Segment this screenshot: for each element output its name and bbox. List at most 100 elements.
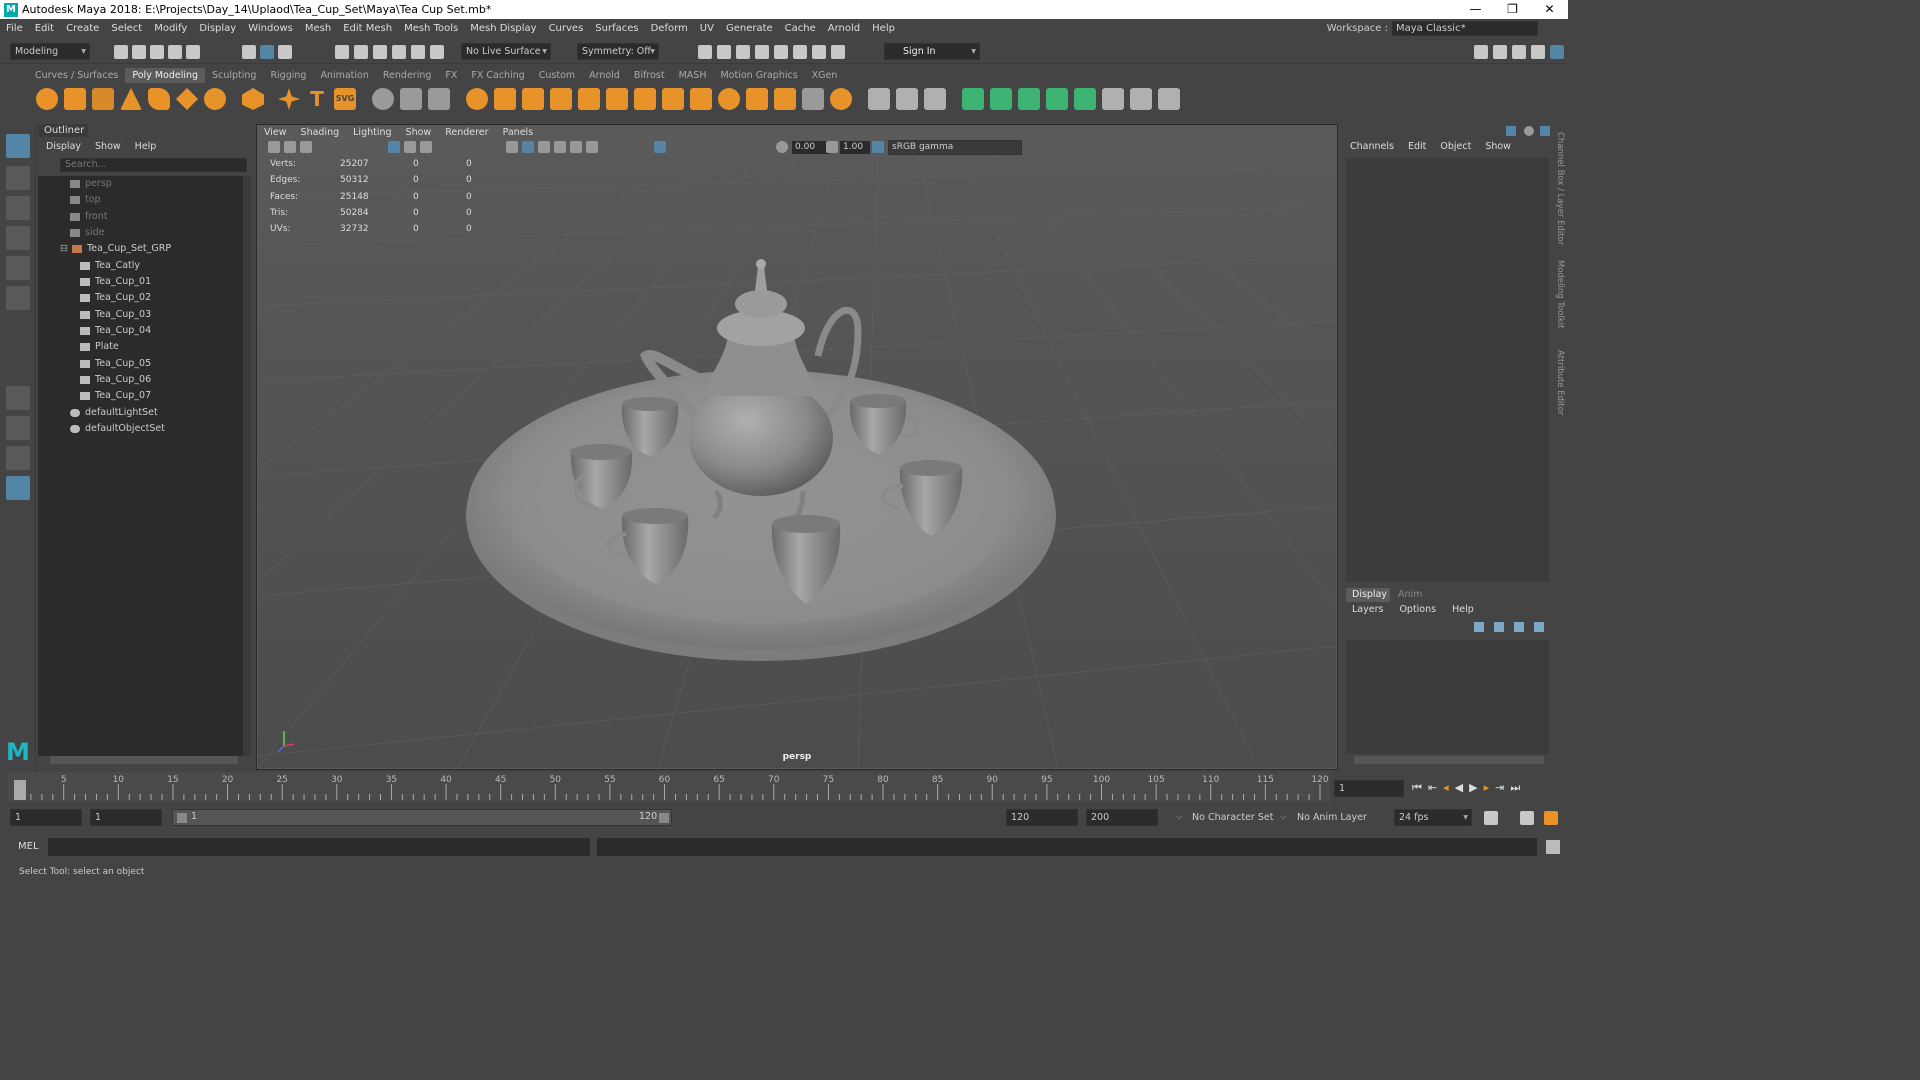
shelf-tab-rigging[interactable]: Rigging — [263, 68, 313, 83]
outliner-menu-show[interactable]: Show — [95, 141, 121, 152]
select-object-icon[interactable] — [260, 45, 274, 59]
lasso-tool-icon[interactable] — [6, 166, 30, 190]
animation-start-field[interactable]: 1 — [10, 809, 82, 826]
anim-layer-icon[interactable]: ⌵ — [1280, 812, 1287, 822]
merge-icon[interactable] — [774, 88, 796, 110]
svg-tool-icon[interactable]: SVG — [334, 88, 356, 110]
uv-editor-icon[interactable] — [1102, 88, 1124, 110]
menu-edit-mesh[interactable]: Edit Mesh — [337, 23, 398, 34]
poly-sphere-icon[interactable] — [36, 88, 58, 110]
viewport-menu-lighting[interactable]: Lighting — [353, 126, 391, 140]
channelbox-menu-show[interactable]: Show — [1485, 141, 1511, 152]
shelf-tab-xgen[interactable]: XGen — [805, 68, 845, 83]
fill-hole-icon[interactable] — [662, 88, 684, 110]
outliner-search-input[interactable]: Search... — [60, 158, 247, 172]
outliner-menu-display[interactable]: Display — [46, 141, 81, 152]
grid-icon[interactable] — [388, 141, 400, 153]
character-set-icon[interactable]: ⌵ — [1176, 812, 1183, 822]
viewport-menu-panels[interactable]: Panels — [503, 126, 534, 140]
redo-icon[interactable] — [186, 45, 200, 59]
color-space-dropdown[interactable]: sRGB gamma — [888, 140, 1022, 155]
open-scene-icon[interactable] — [132, 45, 146, 59]
playback-end-field[interactable]: 120 — [1006, 809, 1078, 826]
connect-icon[interactable] — [830, 88, 852, 110]
move-tool-icon[interactable] — [6, 226, 30, 250]
outliner-item-top[interactable]: top — [38, 192, 243, 208]
command-input[interactable] — [48, 838, 590, 856]
viewport-menu-show[interactable]: Show — [406, 126, 432, 140]
step-forward-key-icon[interactable]: ⇥ — [1495, 781, 1504, 795]
four-view-layout-icon[interactable] — [6, 416, 30, 440]
platonic-solid-icon[interactable] — [242, 88, 264, 110]
shelf-tab-rendering[interactable]: Rendering — [376, 68, 439, 83]
exposure-field[interactable]: 0.00 — [792, 141, 830, 154]
minimize-button[interactable]: — — [1457, 0, 1494, 19]
crease-icon[interactable] — [924, 88, 946, 110]
shelf-tab-mash[interactable]: MASH — [672, 68, 714, 83]
menu-generate[interactable]: Generate — [720, 23, 779, 34]
auto-key-icon[interactable] — [1520, 811, 1534, 825]
combine-icon[interactable] — [372, 88, 394, 110]
character-controls-icon[interactable] — [1493, 45, 1507, 59]
outliner-item-default-light-set[interactable]: defaultLightSet — [38, 405, 243, 421]
layer-menu-layers[interactable]: Layers — [1352, 604, 1383, 615]
current-frame-field[interactable]: 1 — [1334, 780, 1404, 797]
save-scene-icon[interactable] — [150, 45, 164, 59]
history-icon[interactable] — [430, 45, 444, 59]
shelf-tab-curves-surfaces[interactable]: Curves / Surfaces — [28, 68, 125, 83]
boolean-union-icon[interactable] — [466, 88, 488, 110]
single-perspective-layout-icon[interactable] — [6, 386, 30, 410]
animation-end-field[interactable]: 200 — [1086, 809, 1158, 826]
bridge-icon[interactable] — [606, 88, 628, 110]
side-tab-modeling-toolkit[interactable]: Modeling Toolkit — [1555, 260, 1565, 329]
exposure-icon[interactable] — [776, 141, 788, 153]
viewport-menu-shading[interactable]: Shading — [301, 126, 340, 140]
go-to-end-icon[interactable]: ⏭ — [1510, 781, 1520, 795]
layer-menu-help[interactable]: Help — [1452, 604, 1474, 615]
tool-settings-icon[interactable] — [1531, 45, 1545, 59]
shelf-tab-fx-caching[interactable]: FX Caching — [464, 68, 531, 83]
channelbox-help-icon[interactable] — [1524, 126, 1534, 136]
poly-disc-icon[interactable] — [204, 88, 226, 110]
live-surface-field[interactable]: No Live Surface — [461, 43, 551, 60]
channelbox-menu-edit[interactable]: Edit — [1408, 141, 1426, 152]
new-layer-icon[interactable] — [1514, 622, 1524, 632]
outliner-layout-icon[interactable] — [6, 446, 30, 470]
render-settings-icon[interactable] — [755, 45, 769, 59]
menu-mesh-tools[interactable]: Mesh Tools — [398, 23, 464, 34]
menu-help[interactable]: Help — [866, 23, 901, 34]
menu-select[interactable]: Select — [105, 23, 148, 34]
outliner-vertical-scrollbar[interactable] — [243, 176, 251, 756]
outliner-item-side[interactable]: side — [38, 225, 243, 241]
spherical-uv-icon[interactable] — [1046, 88, 1068, 110]
move-layer-down-icon[interactable] — [1494, 622, 1504, 632]
color-management-icon[interactable] — [872, 141, 884, 153]
channelbox-menu-object[interactable]: Object — [1440, 141, 1471, 152]
outliner-horizontal-scrollbar[interactable] — [50, 756, 238, 764]
outliner-item-tea-cup-02[interactable]: Tea_Cup_02 — [38, 290, 243, 306]
shelf-tab-animation[interactable]: Animation — [313, 68, 375, 83]
film-gate-icon[interactable] — [404, 141, 416, 153]
outliner-item-tea-catly[interactable]: Tea_Catly — [38, 258, 243, 274]
separate-icon[interactable] — [400, 88, 422, 110]
menu-deform[interactable]: Deform — [645, 23, 694, 34]
type-tool-icon[interactable]: T — [306, 88, 328, 110]
outliner-item-persp[interactable]: persp — [38, 176, 243, 192]
symmetry-dropdown[interactable]: Symmetry: Off — [577, 43, 659, 60]
menu-create[interactable]: Create — [60, 23, 105, 34]
shelf-tab-custom[interactable]: Custom — [532, 68, 582, 83]
textured-icon[interactable] — [554, 141, 566, 153]
sign-in-dropdown[interactable]: Sign In — [884, 43, 980, 60]
outliner-item-default-object-set[interactable]: defaultObjectSet — [38, 421, 243, 437]
move-layer-up-icon[interactable] — [1474, 622, 1484, 632]
menu-cache[interactable]: Cache — [779, 23, 822, 34]
menu-windows[interactable]: Windows — [242, 23, 299, 34]
shelf-tab-sculpting[interactable]: Sculpting — [205, 68, 263, 83]
outliner-item-tea-cup-03[interactable]: Tea_Cup_03 — [38, 307, 243, 323]
layer-tab-anim[interactable]: Anim — [1398, 588, 1422, 602]
layer-tab-display[interactable]: Display — [1346, 588, 1390, 602]
outliner-item-tea-cup-01[interactable]: Tea_Cup_01 — [38, 274, 243, 290]
isolate-select-icon[interactable] — [654, 141, 666, 153]
slide-edge-icon[interactable] — [896, 88, 918, 110]
shelf-tab-fx[interactable]: FX — [438, 68, 464, 83]
